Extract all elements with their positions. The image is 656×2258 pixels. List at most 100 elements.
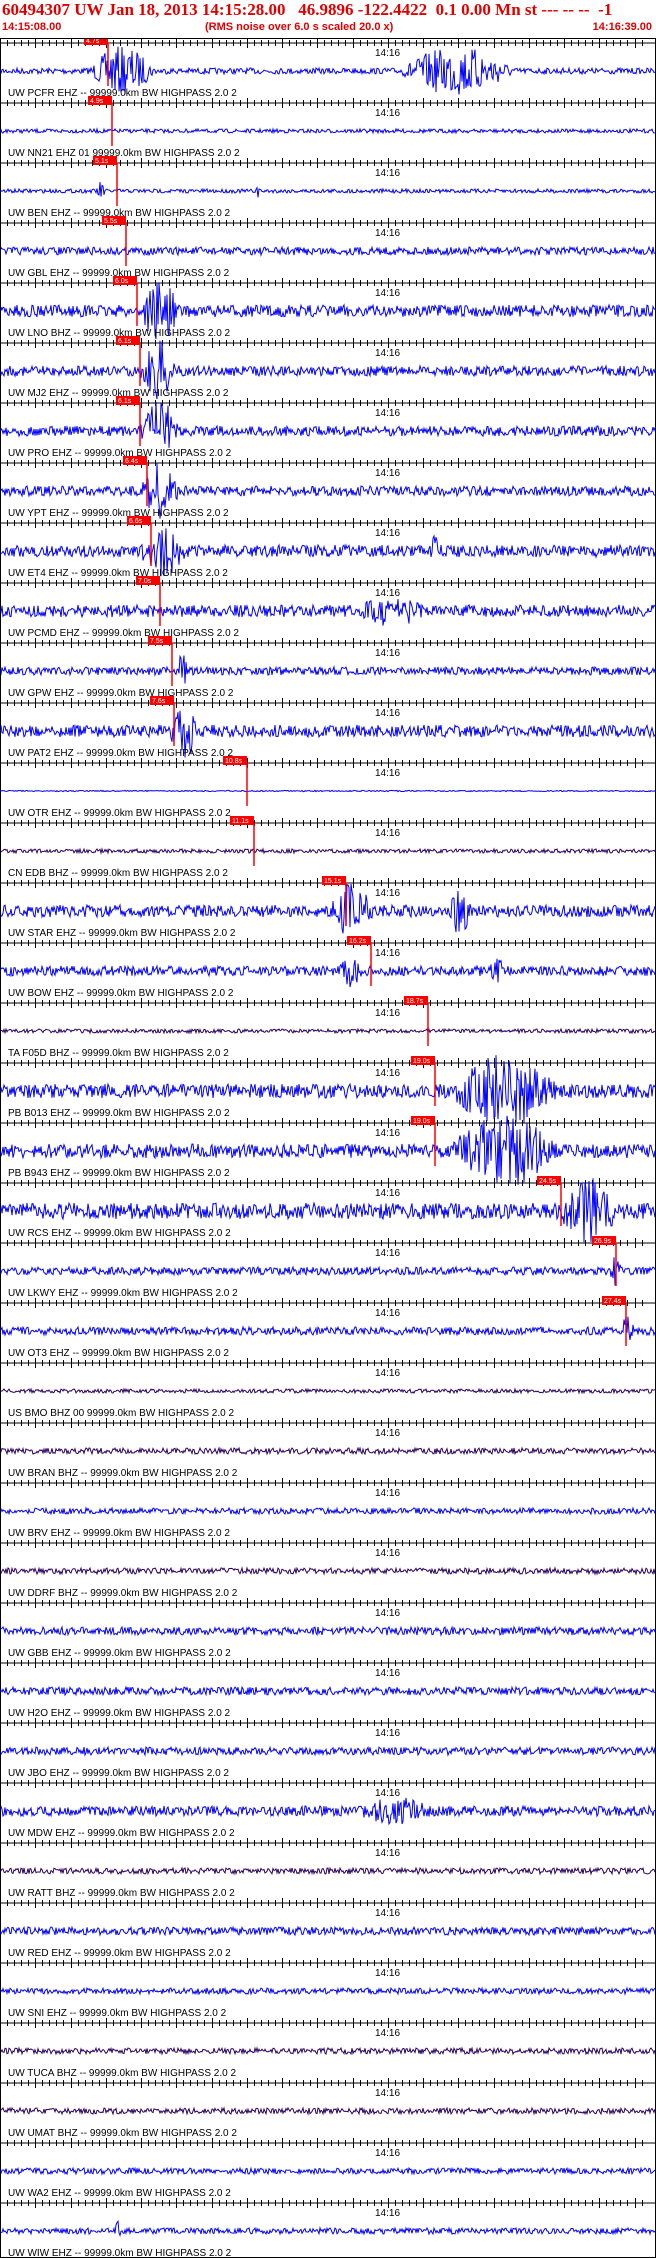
record-header: 60494307 UW Jan 18, 2013 14:15:28.00 46.…	[0, 0, 656, 40]
trace-row: 14:16 UW GBB EHZ -- 99999.0km BW HIGHPASS…	[0, 1598, 656, 1659]
station-label: UW PAT2 EHZ -- 99999.0km BW HIGHPASS 2.0…	[8, 748, 233, 759]
waveform	[0, 1027, 656, 1035]
waveform	[0, 1797, 656, 1826]
pick-time: 5.5s	[104, 218, 118, 225]
waveform	[0, 1506, 656, 1516]
station-label: TA F05D BHZ -- 99999.0km BW HIGHPASS 2.0…	[8, 1048, 229, 1059]
trace-row: 14:16 UW LKWY EHZ -- 99999.0km BW HIGHPAS…	[0, 1236, 656, 1299]
start-time: 14:15:08.00	[2, 21, 62, 33]
station-label: UW GPW EHZ -- 99999.0km BW HIGHPASS 2.0 …	[8, 688, 234, 699]
waveform	[0, 789, 656, 793]
event-title: 60494307 UW Jan 18, 2013 14:15:28.00 46.…	[2, 0, 613, 19]
station-label: UW WA2 EHZ -- 99999.0km BW HIGHPASS 2.0 …	[8, 2188, 231, 2199]
seismogram-panel: 14:16 UW PCFR EHZ -- 99999.0km BW HIGHPAS…	[0, 38, 656, 2258]
waveform	[0, 1315, 656, 1340]
trace-row: 14:16 UW ET4 EHZ -- 99999.0km BW HIGHPASS…	[0, 516, 656, 579]
minute-label: 14:16	[375, 408, 400, 419]
station-label: UW ET4 EHZ -- 99999.0km BW HIGHPASS 2.0 …	[8, 568, 228, 579]
minute-label: 14:16	[375, 648, 400, 659]
pick-time: 6.0s	[115, 278, 129, 285]
waveform	[0, 1257, 656, 1286]
trace-row: 14:16 UW UMAT BHZ -- 99999.0km BW HIGHPAS…	[0, 2078, 656, 2139]
station-label: UW UMAT BHZ -- 99999.0km BW HIGHPASS 2.0…	[8, 2128, 237, 2139]
trace-row: 14:16 UW RED EHZ -- 99999.0km BW HIGHPASS…	[0, 1898, 656, 1959]
minute-label: 14:16	[375, 948, 400, 959]
minute-label: 14:16	[375, 1308, 400, 1319]
minute-label: 14:16	[375, 1788, 400, 1799]
waveform	[0, 2219, 656, 2238]
pick-time: 7.5s	[150, 638, 164, 645]
waveform	[0, 654, 656, 684]
waveform	[0, 1625, 656, 1637]
minute-label: 14:16	[375, 888, 400, 899]
station-label: UW JBO EHZ -- 99999.0km BW HIGHPASS 2.0 …	[8, 1768, 229, 1779]
minute-label: 14:16	[375, 2208, 400, 2219]
end-time: 14:16:39.00	[592, 21, 652, 33]
waveform	[0, 1866, 656, 1876]
trace-row: 14:16 UW PAT2 EHZ -- 99999.0km BW HIGHPAS…	[0, 696, 656, 759]
minute-label: 14:16	[375, 1728, 400, 1739]
pick-time: 4.7s	[86, 38, 100, 45]
minute-label: 14:16	[375, 828, 400, 839]
trace-row: 14:16 UW OT3 EHZ -- 99999.0km BW HIGHPASS…	[0, 1296, 656, 1359]
trace-row: 14:16 UW MDW EHZ -- 99999.0km BW HIGHPASS…	[0, 1778, 656, 1839]
minute-label: 14:16	[375, 1248, 400, 1259]
minute-label: 14:16	[375, 1008, 400, 1019]
station-label: UW BRV EHZ -- 99999.0km BW HIGHPASS 2.0 …	[8, 1528, 230, 1539]
pick-time: 19.0s	[413, 1058, 431, 1065]
trace-row: 14:16 UW BRAN BHZ -- 99999.0km BW HIGHPAS…	[0, 1418, 656, 1479]
minute-label: 14:16	[375, 1848, 400, 1859]
pick-time: 6.6s	[129, 518, 143, 525]
pick-time: 18.7s	[406, 998, 424, 1005]
trace-row: 14:16 UW JBO EHZ -- 99999.0km BW HIGHPASS…	[0, 1718, 656, 1779]
minute-label: 14:16	[375, 228, 400, 239]
trace-row: 14:16 UW GPW EHZ -- 99999.0km BW HIGHPASS…	[0, 636, 656, 699]
station-label: UW RED EHZ -- 99999.0km BW HIGHPASS 2.0 …	[8, 1948, 231, 1959]
trace-row: 14:16 UW PCMD EHZ -- 99999.0km BW HIGHPAS…	[0, 576, 656, 639]
waveform	[0, 1566, 656, 1576]
pick-time: 7.0s	[138, 578, 152, 585]
waveform	[0, 958, 656, 988]
station-label: PB B943 EHZ -- 99999.0km BW HIGHPASS 2.0…	[8, 1168, 230, 1179]
scale-note: (RMS noise over 6.0 s scaled 20.0 x)	[205, 21, 394, 33]
station-label: UW NN21 EHZ 01 99999.0km BW HIGHPASS 2.0…	[8, 148, 240, 159]
waveform	[0, 245, 656, 257]
pick-time: 11.1s	[232, 818, 249, 825]
minute-label: 14:16	[375, 1548, 400, 1559]
station-label: UW DDRF BHZ -- 99999.0km BW HIGHPASS 2.0…	[8, 1588, 238, 1599]
pick-time: 26.9s	[594, 1238, 612, 1245]
pick-time: 10.8s	[225, 758, 243, 765]
station-label: UW RATT BHZ -- 99999.0km BW HIGHPASS 2.0…	[8, 1888, 235, 1899]
minute-label: 14:16	[375, 2148, 400, 2159]
station-label: PB B013 EHZ -- 99999.0km BW HIGHPASS 2.0…	[8, 1108, 230, 1119]
station-label: UW MDW EHZ -- 99999.0km BW HIGHPASS 2.0 …	[8, 1828, 235, 1839]
trace-row: 14:16 UW NN21 EHZ 01 99999.0km BW HIGHPAS…	[0, 96, 656, 159]
waveform	[0, 2106, 656, 2116]
waveform	[0, 599, 656, 626]
trace-row: 14:16 PB B943 EHZ -- 99999.0km BW HIGHPAS…	[0, 1115, 656, 1185]
minute-label: 14:16	[375, 1428, 400, 1439]
pick-time: 19.0s	[413, 1118, 431, 1125]
minute-label: 14:16	[375, 1188, 400, 1199]
trace-row: 14:16 UW BOW EHZ -- 99999.0km BW HIGHPASS…	[0, 936, 656, 999]
station-label: UW BRAN BHZ -- 99999.0km BW HIGHPASS 2.0…	[8, 1468, 238, 1479]
pick-time: 5.1s	[95, 158, 109, 165]
minute-label: 14:16	[375, 1128, 400, 1139]
station-label: UW OT3 EHZ -- 99999.0km BW HIGHPASS 2.0 …	[8, 1348, 229, 1359]
minute-label: 14:16	[375, 468, 400, 479]
trace-row: 14:16 CN EDB BHZ -- 99999.0km BW HIGHPASS…	[0, 816, 656, 879]
station-label: UW WIW EHZ -- 99999.0km BW HIGHPASS 2.0 …	[8, 2248, 232, 2258]
waveform	[0, 847, 656, 855]
pick-time: 24.5s	[539, 1178, 557, 1185]
waveform	[0, 2046, 656, 2056]
trace-row: 14:16 UW H2O EHZ -- 99999.0km BW HIGHPASS…	[0, 1658, 656, 1719]
minute-label: 14:16	[375, 1668, 400, 1679]
trace-row: 14:16 UW OTR EHZ -- 99999.0km BW HIGHPASS…	[0, 756, 656, 819]
trace-row: 14:16 TA F05D BHZ -- 99999.0km BW HIGHPAS…	[0, 996, 656, 1059]
trace-row: 14:16 UW WA2 EHZ -- 99999.0km BW HIGHPASS…	[0, 2138, 656, 2199]
station-label: US BMO BHZ 00 99999.0km BW HIGHPASS 2.0 …	[8, 1408, 234, 1419]
station-label: UW H2O EHZ -- 99999.0km BW HIGHPASS 2.0 …	[8, 1708, 231, 1719]
pick-time: 6.4s	[125, 458, 139, 465]
minute-label: 14:16	[375, 288, 400, 299]
trace-row: 14:16 PB B013 EHZ -- 99999.0km BW HIGHPAS…	[0, 1055, 656, 1123]
